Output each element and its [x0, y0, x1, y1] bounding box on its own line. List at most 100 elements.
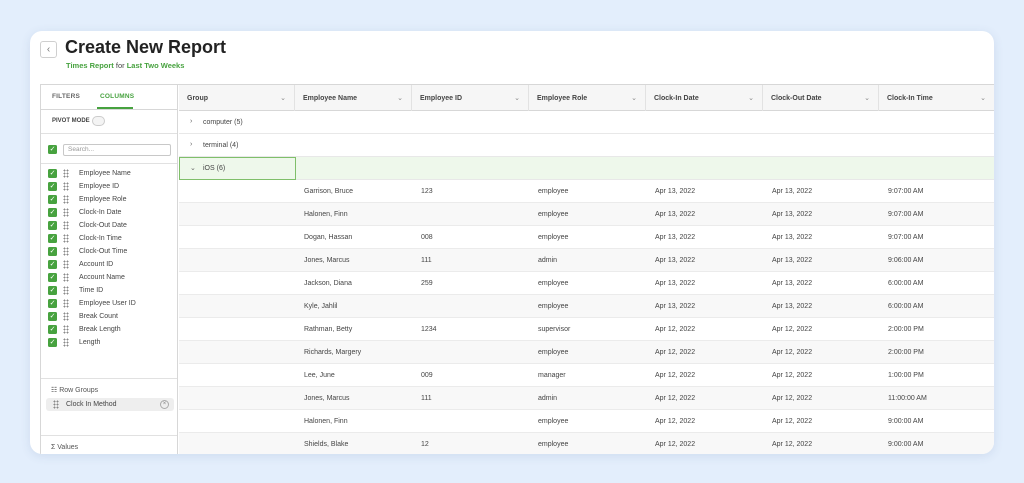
chevron-down-icon[interactable]: ⌄ [397, 94, 403, 102]
column-search-input[interactable]: Search... [63, 144, 171, 156]
column-item[interactable]: ✓ Break Length [48, 324, 174, 337]
drag-handle-icon[interactable] [63, 260, 69, 269]
column-item[interactable]: ✓ Length [48, 337, 174, 350]
table-row[interactable]: Jones, Marcus 111 admin Apr 13, 2022 Apr 13,… [179, 249, 994, 272]
drag-handle-icon[interactable] [63, 247, 69, 256]
table-row[interactable]: Lee, June 009 manager Apr 12, 2022 Apr 12, 2… [179, 364, 994, 387]
cell-clock-in-date: Apr 13, 2022 [655, 280, 696, 287]
tab-filters[interactable]: FILTERS [52, 93, 80, 100]
group-row[interactable]: ⌄ iOS (6) [179, 157, 994, 180]
column-item[interactable]: ✓ Employee Name [48, 168, 174, 181]
column-checkbox[interactable]: ✓ [48, 273, 57, 282]
page-title: Create New Report [65, 37, 227, 57]
column-label: Break Count [79, 313, 118, 320]
column-header[interactable]: Clock-Out Date ⌄ [763, 85, 879, 111]
column-checkbox[interactable]: ✓ [48, 208, 57, 217]
column-header[interactable]: Employee Name ⌄ [295, 85, 412, 111]
remove-icon[interactable]: × [160, 400, 169, 409]
date-range-link[interactable]: Last Two Weeks [127, 61, 185, 70]
column-item[interactable]: ✓ Clock-Out Date [48, 220, 174, 233]
drag-handle-icon[interactable] [63, 234, 69, 243]
table-row[interactable]: Rathman, Betty 1234 supervisor Apr 12, 2022… [179, 318, 994, 341]
drag-handle-icon[interactable] [63, 338, 69, 347]
column-checkbox[interactable]: ✓ [48, 338, 57, 347]
row-groups-icon: ☷ [51, 387, 58, 394]
column-item[interactable]: ✓ Break Count [48, 311, 174, 324]
column-item[interactable]: ✓ Account ID [48, 259, 174, 272]
row-group-chip[interactable]: Clock In Method × [46, 398, 174, 411]
column-item[interactable]: ✓ Clock-Out Time [48, 246, 174, 259]
chevron-right-icon[interactable]: › [190, 141, 192, 148]
pivot-mode-toggle[interactable] [92, 116, 105, 126]
column-checkbox[interactable]: ✓ [48, 234, 57, 243]
chevron-down-icon[interactable]: ⌄ [980, 94, 986, 102]
column-checkbox[interactable]: ✓ [48, 221, 57, 230]
column-item[interactable]: ✓ Clock-In Time [48, 233, 174, 246]
table-row[interactable]: Dogan, Hassan 008 employee Apr 13, 2022 Apr … [179, 226, 994, 249]
column-header[interactable]: Clock-In Time ⌄ [879, 85, 994, 111]
column-checkbox[interactable]: ✓ [48, 260, 57, 269]
sigma-icon: Σ [51, 444, 56, 451]
column-item[interactable]: ✓ Employee User ID [48, 298, 174, 311]
cell-employee-name: Halonen, Finn [304, 418, 348, 425]
chevron-down-icon[interactable]: ⌄ [631, 94, 637, 102]
column-checkbox[interactable]: ✓ [48, 325, 57, 334]
chevron-down-icon[interactable]: ⌄ [280, 94, 286, 102]
report-type-link[interactable]: Times Report [66, 61, 114, 70]
cell-clock-in-date: Apr 13, 2022 [655, 211, 696, 218]
column-checkbox[interactable]: ✓ [48, 169, 57, 178]
group-row[interactable]: › terminal (4) [179, 134, 994, 157]
column-item[interactable]: ✓ Clock-In Date [48, 207, 174, 220]
column-checkbox[interactable]: ✓ [48, 182, 57, 191]
table-row[interactable]: Richards, Margery employee Apr 12, 2022 Apr… [179, 341, 994, 364]
cell-clock-in-time: 9:07:00 AM [888, 211, 924, 218]
column-header-label: Group [187, 95, 208, 102]
drag-handle-icon[interactable] [63, 299, 69, 308]
column-checkbox[interactable]: ✓ [48, 195, 57, 204]
table-row[interactable]: Garrison, Bruce 123 employee Apr 13, 2022 Ap… [179, 180, 994, 203]
drag-handle-icon[interactable] [53, 400, 59, 409]
column-item[interactable]: ✓ Employee Role [48, 194, 174, 207]
chevron-down-icon[interactable]: ⌄ [748, 94, 754, 102]
back-button[interactable]: ‹ [40, 41, 57, 58]
column-header[interactable]: Employee Role ⌄ [529, 85, 646, 111]
chevron-down-icon[interactable]: ⌄ [514, 94, 520, 102]
column-item[interactable]: ✓ Time ID [48, 285, 174, 298]
table-row[interactable]: Halonen, Finn employee Apr 13, 2022 Apr 13,… [179, 203, 994, 226]
table-row[interactable]: Jackson, Diana 259 employee Apr 13, 2022 Apr… [179, 272, 994, 295]
chevron-down-icon[interactable]: ⌄ [864, 94, 870, 102]
column-header[interactable]: Clock-In Date ⌄ [646, 85, 763, 111]
drag-handle-icon[interactable] [63, 169, 69, 178]
column-checkbox[interactable]: ✓ [48, 312, 57, 321]
cell-employee-id: 111 [421, 395, 432, 402]
cell-employee-role: admin [538, 257, 558, 264]
column-checkbox[interactable]: ✓ [48, 299, 57, 308]
check-icon: ✓ [49, 209, 56, 216]
drag-handle-icon[interactable] [63, 195, 69, 204]
tab-columns[interactable]: COLUMNS [100, 93, 134, 100]
column-header[interactable]: Employee ID ⌄ [412, 85, 529, 111]
drag-handle-icon[interactable] [63, 208, 69, 217]
group-row[interactable]: › computer (5) [179, 111, 994, 134]
drag-handle-icon[interactable] [63, 325, 69, 334]
column-checkbox[interactable]: ✓ [48, 286, 57, 295]
drag-handle-icon[interactable] [63, 312, 69, 321]
drag-handle-icon[interactable] [63, 182, 69, 191]
column-item[interactable]: ✓ Employee ID [48, 181, 174, 194]
drag-handle-icon[interactable] [63, 221, 69, 230]
table-row[interactable]: Jones, Marcus 111 admin Apr 12, 2022 Apr 12,… [179, 387, 994, 410]
cell-employee-name: Jackson, Diana [304, 280, 352, 287]
values-label: Values [57, 444, 79, 451]
drag-handle-icon[interactable] [63, 273, 69, 282]
cell-employee-name: Richards, Margery [304, 349, 362, 356]
check-icon: ✓ [49, 183, 56, 190]
select-all-checkbox[interactable]: ✓ [48, 145, 57, 154]
column-checkbox[interactable]: ✓ [48, 247, 57, 256]
chevron-right-icon[interactable]: › [190, 118, 192, 125]
column-header[interactable]: Group ⌄ [179, 85, 295, 111]
table-row[interactable]: Shields, Blake 12 employee Apr 12, 2022 Apr … [179, 433, 994, 454]
column-item[interactable]: ✓ Account Name [48, 272, 174, 285]
drag-handle-icon[interactable] [63, 286, 69, 295]
table-row[interactable]: Kyle, Jahlil employee Apr 13, 2022 Apr 13, … [179, 295, 994, 318]
table-row[interactable]: Halonen, Finn employee Apr 12, 2022 Apr 12,… [179, 410, 994, 433]
